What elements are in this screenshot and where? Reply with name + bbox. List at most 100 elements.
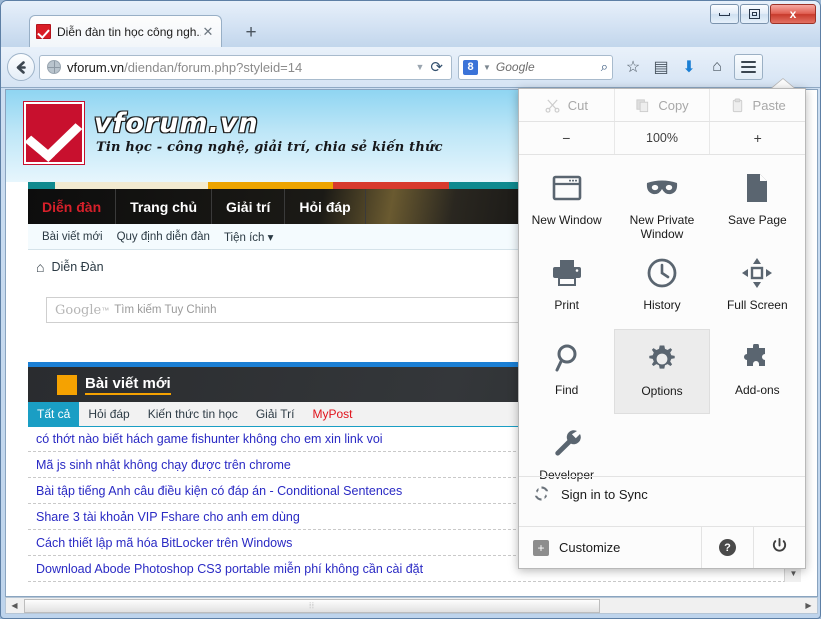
fullscreen-arrows-icon (742, 256, 773, 290)
section-tab[interactable]: Tất cả (28, 402, 80, 426)
downloads-icon[interactable]: ⬇ (675, 53, 703, 81)
search-bar[interactable]: 8 ▼ Google ⌕ (458, 54, 613, 80)
google-engine-icon[interactable]: 8 (463, 59, 478, 75)
home-icon[interactable]: ⌂ (36, 259, 44, 275)
hamburger-menu-button[interactable] (734, 54, 763, 80)
menu-item-new-private-window[interactable]: New Private Window (614, 159, 709, 244)
menu-grid: New Window New Private Window Save Page (519, 155, 805, 499)
close-icon[interactable]: ✕ (201, 24, 215, 40)
reload-icon[interactable]: ⟳ (430, 58, 447, 76)
section-marker-icon (57, 374, 77, 395)
menu-item-save-page[interactable]: Save Page (710, 159, 805, 244)
breadcrumb-label[interactable]: Diễn Đàn (51, 260, 103, 274)
vforum-v-icon (36, 24, 51, 39)
chevron-down-icon[interactable]: ▼ (410, 62, 431, 72)
zoom-level-label[interactable]: 100% (615, 122, 711, 154)
sign-in-to-sync-button[interactable]: Sign in to Sync (519, 476, 805, 512)
color-strip-segment (55, 182, 208, 189)
reading-list-icon[interactable]: ▤ (647, 53, 675, 81)
menu-grid-row: Find Options Add-ons (519, 329, 805, 414)
menu-item-history[interactable]: History (614, 244, 709, 329)
close-window-button[interactable]: x (770, 4, 816, 24)
scissors-icon (545, 98, 560, 113)
window-controls: x (709, 4, 816, 25)
search-input[interactable]: Google (496, 60, 601, 74)
main-nav-item[interactable]: Giải trí (212, 189, 286, 224)
clock-icon (647, 256, 677, 290)
customize-label: Customize (559, 540, 621, 555)
browser-tab[interactable]: Diễn đàn tin học công ngh... ✕ (29, 15, 222, 47)
navigation-toolbar: vforum.vn/diendan/forum.php?styleid=14 ▼… (1, 47, 820, 88)
menu-item-label: New Private Window (629, 213, 695, 241)
main-nav-item[interactable]: Diễn đàn (28, 189, 117, 224)
color-strip-segment (333, 182, 449, 189)
menu-item-options[interactable]: Options (614, 329, 710, 414)
horizontal-scroll-thumb[interactable]: ⦙⦙ (24, 599, 600, 613)
menu-grid-row: Print History Full Screen (519, 244, 805, 329)
menu-item-new-window[interactable]: New Window (519, 159, 614, 244)
sub-nav-item[interactable]: Tiện ích ▾ (224, 230, 273, 244)
tab-title: Diễn đàn tin học công ngh... (57, 24, 201, 39)
post-link[interactable]: Cách thiết lập mã hóa BitLocker trên Win… (36, 536, 292, 550)
site-name: vforum.vn (94, 108, 259, 139)
help-button[interactable]: ? (701, 527, 753, 568)
minimize-button[interactable] (710, 4, 739, 24)
menu-item-label: History (643, 298, 681, 312)
main-nav-item[interactable]: Trang chủ (116, 189, 213, 224)
sub-nav-item[interactable]: Quy định diễn đàn (117, 231, 210, 243)
cut-label: Cut (567, 97, 588, 113)
printer-icon (552, 256, 582, 290)
section-tab[interactable]: Hỏi đáp (79, 402, 138, 426)
cut-button[interactable]: Cut (519, 89, 615, 121)
power-icon (771, 537, 788, 558)
copy-button[interactable]: Copy (615, 89, 711, 121)
section-tab[interactable]: Giải Trí (247, 402, 304, 426)
search-icon[interactable]: ⌕ (601, 59, 608, 75)
post-link[interactable]: Bài tập tiếng Anh câu điều kiện có đáp á… (36, 484, 402, 498)
menu-item-find[interactable]: Find (519, 329, 614, 414)
maximize-button[interactable] (740, 4, 769, 24)
firefox-menu-panel: Cut Copy Paste − 100% + New Window New P… (518, 88, 806, 569)
clipboard-row: Cut Copy Paste (519, 89, 805, 122)
bookmark-star-icon[interactable]: ☆ (619, 53, 647, 81)
post-link[interactable]: Share 3 tài khoản VIP Fshare cho anh em … (36, 510, 300, 524)
back-button[interactable] (7, 53, 35, 81)
copy-pages-icon (635, 98, 650, 113)
menu-item-label: Find (554, 383, 579, 397)
customize-button[interactable]: + Customize (519, 527, 701, 568)
quit-button[interactable] (753, 527, 805, 568)
magnifier-icon (554, 341, 580, 375)
color-strip-segment (207, 182, 334, 189)
zoom-in-button[interactable]: + (710, 122, 805, 154)
site-tagline: Tin học - công nghệ, giải trí, chia sẻ k… (96, 140, 443, 155)
help-icon: ? (719, 539, 736, 556)
menu-item-add-ons[interactable]: Add-ons (710, 329, 805, 414)
page-horizontal-scrollbar[interactable]: ◀ ⦙⦙ ▶ (5, 597, 818, 614)
mask-icon (645, 171, 679, 205)
main-nav-item[interactable]: Hỏi đáp (285, 189, 366, 224)
menu-item-full-screen[interactable]: Full Screen (710, 244, 805, 329)
menu-line (741, 71, 756, 73)
color-strip-segment (28, 182, 56, 189)
new-tab-button[interactable]: + (239, 23, 263, 45)
browser-window: Diễn đàn tin học công ngh... ✕ + x vforu… (0, 0, 821, 619)
scroll-right-icon[interactable]: ▶ (800, 598, 817, 613)
sub-nav-item[interactable]: Bài viết mới (42, 231, 103, 243)
zoom-out-button[interactable]: − (519, 122, 615, 154)
home-icon[interactable]: ⌂ (703, 53, 731, 81)
post-link[interactable]: Download Abode Photoshop CS3 portable mi… (36, 562, 423, 576)
section-tab[interactable]: Kiến thức tin học (139, 402, 247, 426)
globe-icon (47, 60, 61, 74)
post-link[interactable]: Mã js sinh nhật không chạy được trên chr… (36, 458, 291, 472)
scroll-left-icon[interactable]: ◀ (6, 598, 23, 613)
paste-button[interactable]: Paste (710, 89, 805, 121)
menu-grid-row: New Window New Private Window Save Page (519, 159, 805, 244)
post-link[interactable]: có thớt nào biết hách game fishunter khô… (36, 432, 383, 446)
gear-icon (647, 342, 677, 376)
address-bar[interactable]: vforum.vn/diendan/forum.php?styleid=14 ▼… (39, 54, 452, 80)
menu-item-label: Add-ons (734, 383, 780, 397)
vforum-logo[interactable] (24, 102, 84, 164)
menu-item-print[interactable]: Print (519, 244, 614, 329)
chevron-down-icon[interactable]: ▼ (478, 63, 496, 72)
section-tab[interactable]: MyPost (304, 402, 362, 426)
